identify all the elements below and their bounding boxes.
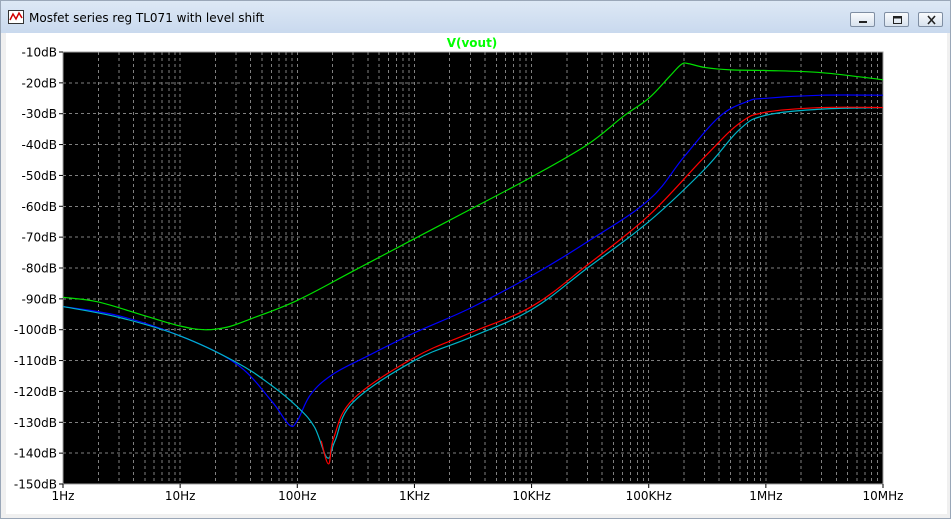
x-tick-label: 1MHz	[749, 489, 782, 503]
chart-title: V(vout)	[447, 36, 498, 50]
x-tick-label: 100Hz	[278, 489, 316, 503]
x-tick-label: 1Hz	[52, 489, 75, 503]
y-tick-label: -130dB	[14, 416, 57, 430]
x-tick-label: 100KHz	[626, 489, 672, 503]
minimize-icon	[859, 21, 867, 23]
x-tick-label: 10KHz	[512, 489, 550, 503]
x-tick-label: 10Hz	[165, 489, 196, 503]
y-tick-label: -20dB	[22, 76, 57, 90]
plot-area: -10dB -20dB -30dB -40dB -50dB -60dB -70dB -80dB…	[6, 33, 947, 514]
y-tick-label: -30dB	[22, 107, 57, 121]
y-tick-label: -100dB	[14, 323, 57, 337]
y-tick-label: -80dB	[22, 262, 57, 276]
title-bar[interactable]: Mosfet series reg TL071 with level shift	[1, 1, 950, 33]
y-tick-label: -70dB	[22, 231, 57, 245]
y-tick-label: -90dB	[22, 292, 57, 306]
waveform-plot-icon	[8, 10, 24, 24]
x-tick-label: 10MHz	[863, 489, 904, 503]
y-tick-label: -50dB	[22, 169, 57, 183]
restore-button[interactable]	[884, 12, 909, 27]
restore-icon	[893, 16, 902, 24]
y-tick-label: -120dB	[14, 385, 57, 399]
y-tick-label: -40dB	[22, 138, 57, 152]
x-tick-label: 1KHz	[399, 489, 430, 503]
close-icon	[927, 15, 936, 25]
y-tick-label: -60dB	[22, 200, 57, 214]
y-tick-label: -10dB	[22, 46, 57, 60]
plot-window: Mosfet series reg TL071 with level shift…	[0, 0, 951, 519]
close-button[interactable]	[918, 12, 943, 27]
minimize-button[interactable]	[850, 12, 875, 27]
window-title: Mosfet series reg TL071 with level shift	[29, 11, 265, 25]
y-tick-label: -140dB	[14, 447, 57, 461]
y-tick-label: -110dB	[14, 354, 57, 368]
bode-plot[interactable]: -10dB -20dB -30dB -40dB -50dB -60dB -70dB -80dB…	[6, 33, 947, 514]
